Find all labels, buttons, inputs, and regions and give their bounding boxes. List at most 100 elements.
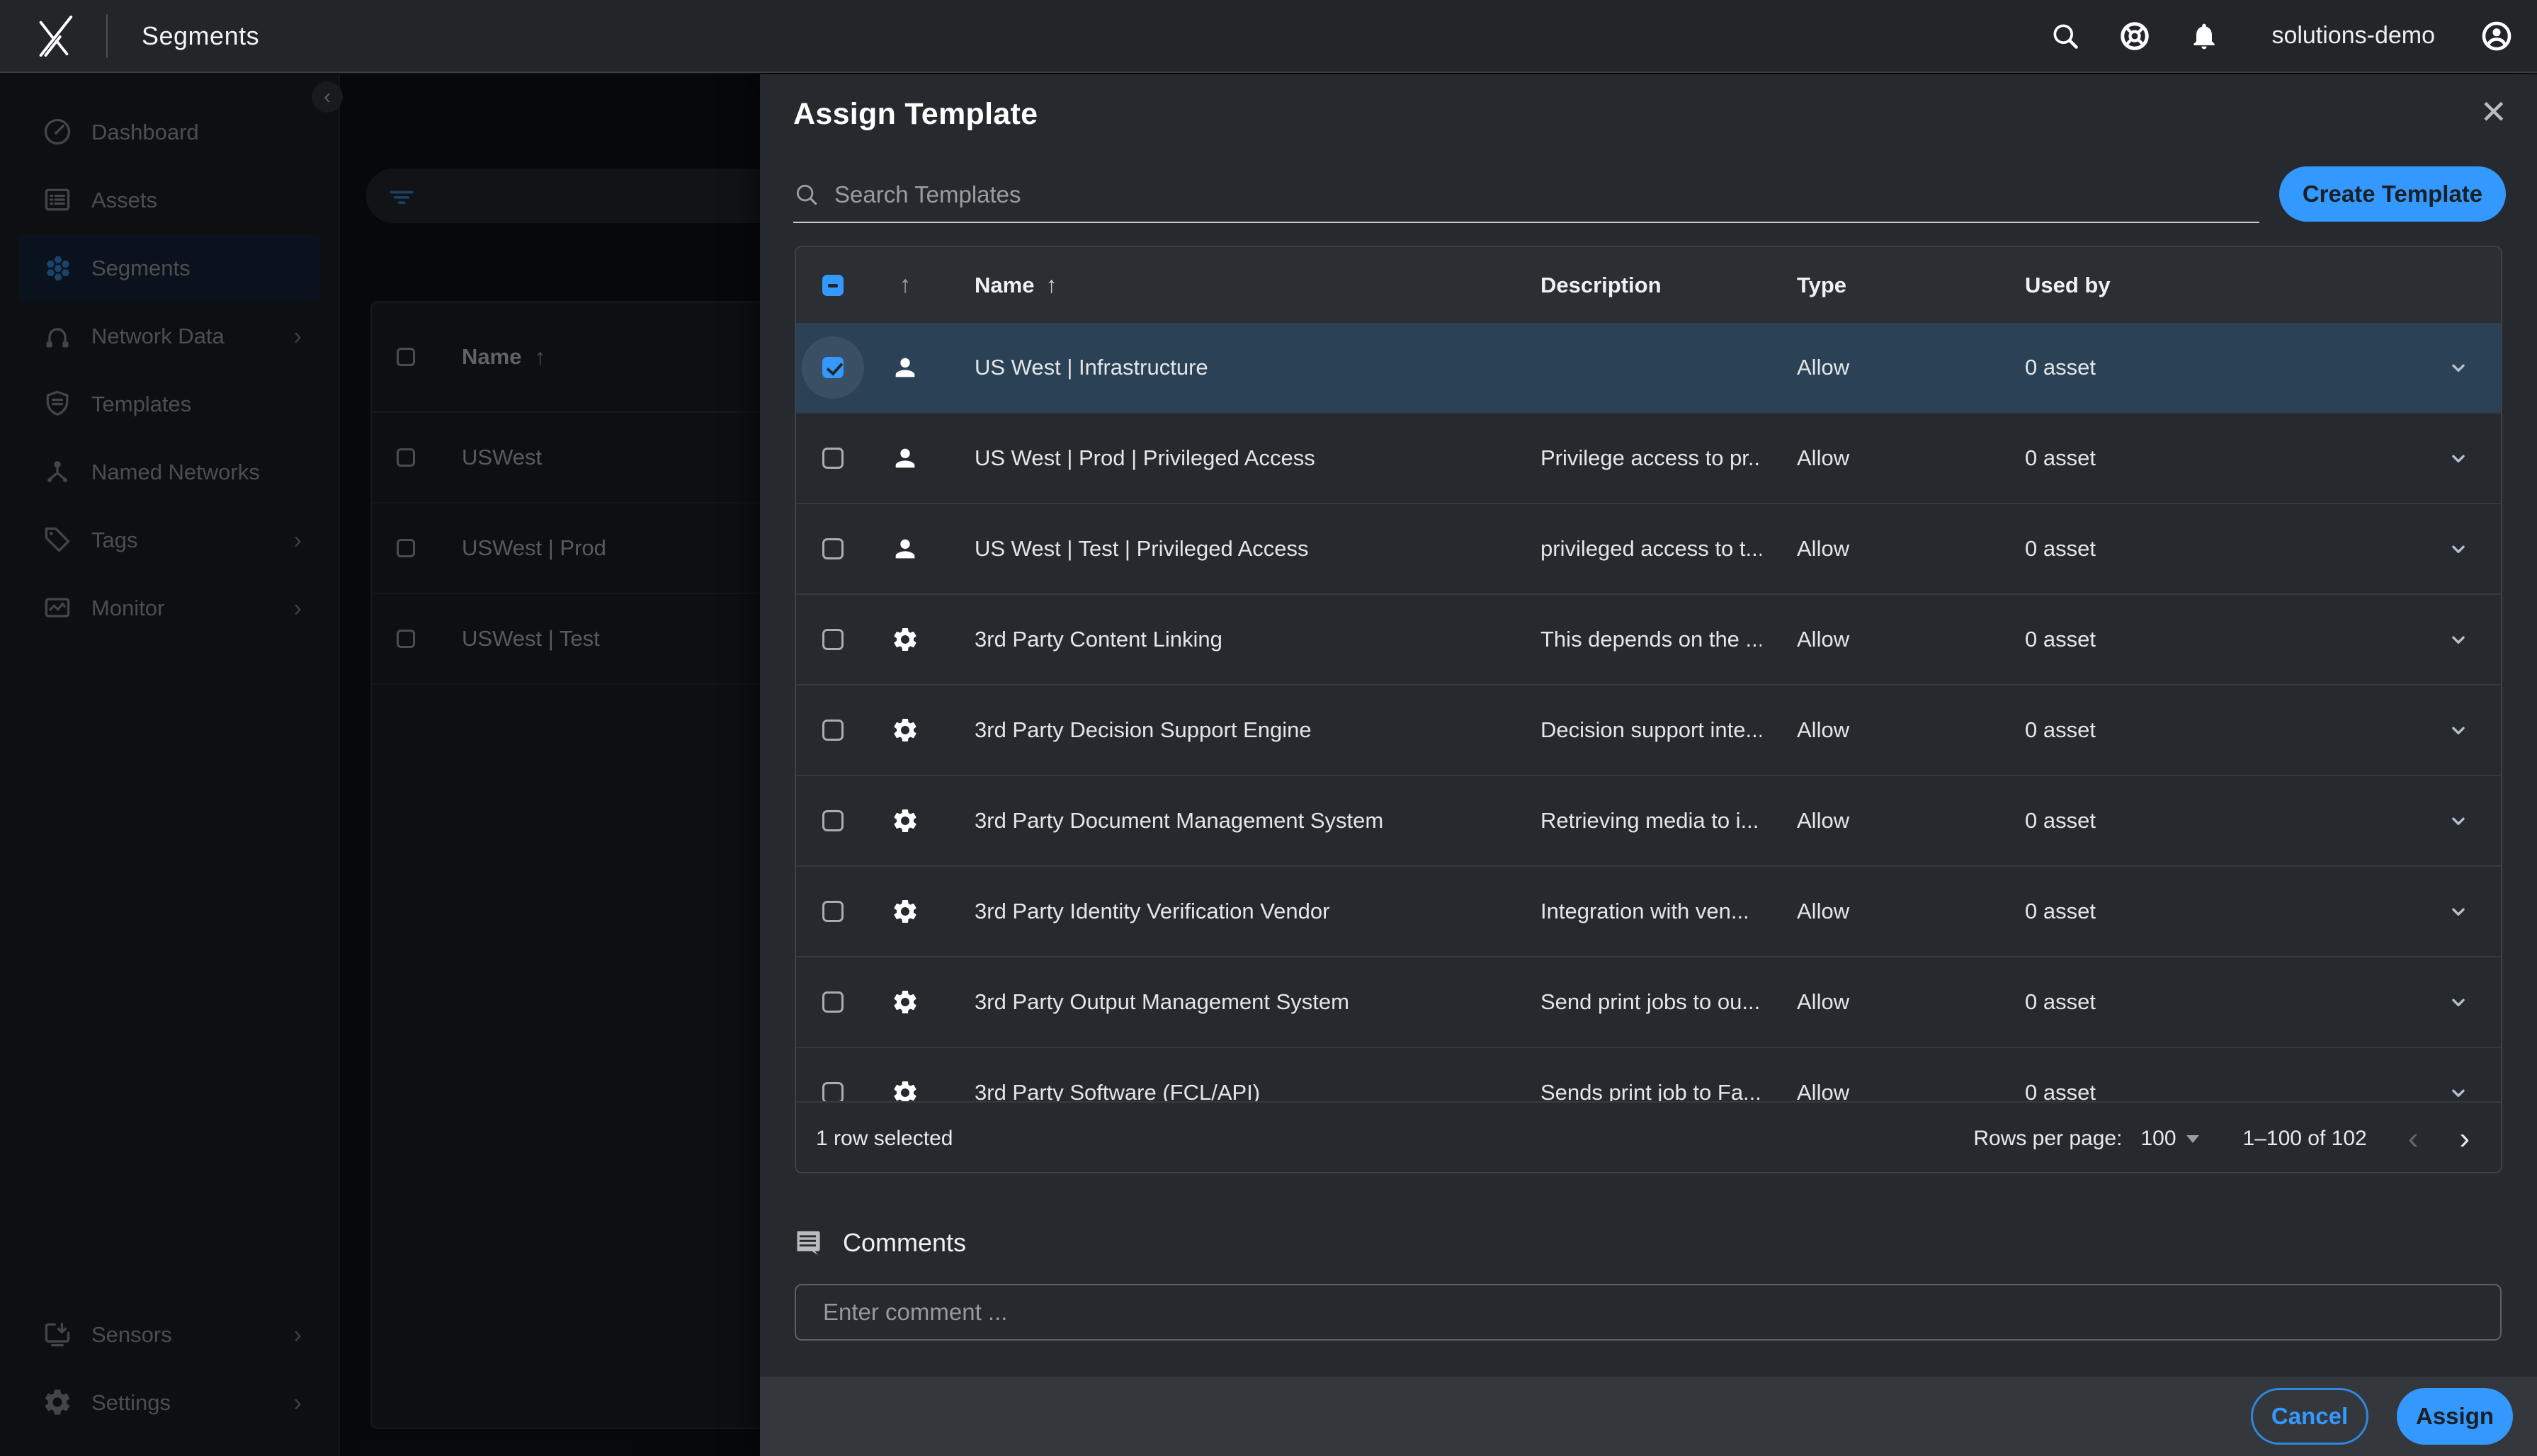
templates-table: ↑ Name↑ Description Type Used by US West… <box>795 246 2502 1173</box>
drawer-title: Assign Template <box>793 97 1038 132</box>
column-header-name[interactable]: Name↑ <box>941 272 1505 298</box>
account-icon[interactable] <box>2480 20 2513 52</box>
app-logo[interactable] <box>33 13 76 59</box>
gear-icon <box>870 807 941 835</box>
expand-row-button[interactable] <box>2416 1081 2501 1101</box>
template-description: This depends on the ... <box>1505 627 1761 652</box>
column-header-used-by[interactable]: Used by <box>1990 273 2416 298</box>
column-header-description[interactable]: Description <box>1505 273 1761 298</box>
template-used-by: 0 asset <box>1990 536 2416 562</box>
create-template-button[interactable]: Create Template <box>2279 166 2506 222</box>
template-description: Send print jobs to ou... <box>1505 989 1761 1015</box>
row-checkbox[interactable] <box>822 720 844 741</box>
table-row[interactable]: US West | Infrastructure Allow 0 asset <box>796 323 2501 414</box>
template-description: Sends print job to Fa... <box>1505 1080 1761 1101</box>
column-header-type[interactable]: Type <box>1761 273 1990 298</box>
gear-icon <box>870 1079 941 1101</box>
template-name: US West | Prod | Privileged Access <box>941 445 1505 471</box>
selection-count: 1 row selected <box>816 1127 953 1151</box>
row-checkbox[interactable] <box>822 538 844 559</box>
expand-row-button[interactable] <box>2416 627 2501 652</box>
template-description: Decision support inte... <box>1505 717 1761 743</box>
gear-icon <box>870 897 941 926</box>
person-icon <box>870 444 941 472</box>
template-used-by: 0 asset <box>1990 627 2416 652</box>
sort-arrow-icon: ↑ <box>1045 272 1057 297</box>
template-name: 3rd Party Identity Verification Vendor <box>941 899 1505 924</box>
template-name: 3rd Party Document Management System <box>941 808 1505 834</box>
template-type: Allow <box>1761 627 1990 652</box>
table-row[interactable]: 3rd Party Content Linking This depends o… <box>796 595 2501 686</box>
assign-button[interactable]: Assign <box>2397 1388 2513 1445</box>
template-used-by: 0 asset <box>1990 899 2416 924</box>
templates-table-header: ↑ Name↑ Description Type Used by <box>796 247 2501 323</box>
template-type: Allow <box>1761 989 1990 1015</box>
username[interactable]: solutions-demo <box>2271 22 2435 50</box>
rows-per-page-select[interactable]: 100 <box>2140 1127 2198 1151</box>
template-description: privileged access to t... <box>1505 536 1761 562</box>
row-checkbox[interactable] <box>822 1082 844 1101</box>
template-type: Allow <box>1761 445 1990 471</box>
template-used-by: 0 asset <box>1990 1080 2416 1101</box>
gear-icon <box>870 988 941 1016</box>
icon-sort-arrow[interactable]: ↑ <box>899 271 912 299</box>
row-checkbox[interactable] <box>822 448 844 469</box>
comments-icon <box>793 1227 824 1258</box>
table-row[interactable]: 3rd Party Software (FCL/API) Sends print… <box>796 1048 2501 1101</box>
rows-per-page-label: Rows per page: <box>1973 1127 2122 1151</box>
template-name: 3rd Party Content Linking <box>941 627 1505 652</box>
table-row[interactable]: 3rd Party Output Management System Send … <box>796 957 2501 1048</box>
cancel-button[interactable]: Cancel <box>2251 1388 2368 1445</box>
template-type: Allow <box>1761 1080 1990 1101</box>
template-name: 3rd Party Software (FCL/API) <box>941 1080 1505 1101</box>
template-name: US West | Test | Privileged Access <box>941 536 1505 562</box>
comment-input[interactable] <box>823 1299 2452 1326</box>
table-row[interactable]: US West | Test | Privileged Access privi… <box>796 504 2501 595</box>
assign-template-drawer: ✕ Assign Template Create Template ↑ Name… <box>760 74 2537 1456</box>
table-row[interactable]: 3rd Party Document Management System Ret… <box>796 776 2501 867</box>
templates-table-footer: 1 row selected Rows per page: 100 1–100 … <box>796 1101 2501 1173</box>
search-icon <box>793 181 820 208</box>
close-icon[interactable]: ✕ <box>2480 96 2507 128</box>
template-type: Allow <box>1761 536 1990 562</box>
search-templates-input[interactable] <box>834 181 2180 208</box>
row-checkbox[interactable] <box>822 991 844 1013</box>
comment-field[interactable] <box>795 1284 2502 1341</box>
template-name: US West | Infrastructure <box>941 355 1505 380</box>
expand-row-button[interactable] <box>2416 990 2501 1014</box>
templates-table-body: US West | Infrastructure Allow 0 asset U… <box>796 323 2501 1101</box>
search-icon[interactable] <box>2049 20 2082 52</box>
main-area: ‹ Dashboard › Assets › Segments › Networ… <box>0 74 2537 1456</box>
select-all-checkbox[interactable] <box>822 275 844 296</box>
template-type: Allow <box>1761 355 1990 380</box>
previous-page-button[interactable]: ‹ <box>2408 1123 2419 1154</box>
top-bar: Segments solutions-demo <box>0 0 2537 73</box>
expand-row-button[interactable] <box>2416 809 2501 833</box>
table-row[interactable]: 3rd Party Decision Support Engine Decisi… <box>796 686 2501 776</box>
row-checkbox[interactable] <box>822 901 844 922</box>
table-row[interactable]: 3rd Party Identity Verification Vendor I… <box>796 867 2501 957</box>
caret-down-icon <box>2186 1135 2199 1143</box>
help-icon[interactable] <box>2118 20 2151 52</box>
template-used-by: 0 asset <box>1990 989 2416 1015</box>
page-title: Segments <box>142 21 259 51</box>
next-page-button[interactable]: › <box>2459 1123 2470 1154</box>
expand-row-button[interactable] <box>2416 356 2501 380</box>
logo-x-icon <box>33 13 76 59</box>
expand-row-button[interactable] <box>2416 718 2501 742</box>
template-used-by: 0 asset <box>1990 445 2416 471</box>
template-search[interactable] <box>793 168 2259 223</box>
template-type: Allow <box>1761 808 1990 834</box>
expand-row-button[interactable] <box>2416 537 2501 561</box>
row-checkbox[interactable] <box>822 357 844 378</box>
template-type: Allow <box>1761 717 1990 743</box>
row-checkbox[interactable] <box>822 629 844 650</box>
person-icon <box>870 353 941 382</box>
topbar-divider <box>106 14 108 58</box>
expand-row-button[interactable] <box>2416 899 2501 923</box>
table-row[interactable]: US West | Prod | Privileged Access Privi… <box>796 414 2501 504</box>
row-checkbox[interactable] <box>822 810 844 831</box>
template-description: Privilege access to pr... <box>1505 445 1761 471</box>
notifications-icon[interactable] <box>2188 20 2220 52</box>
expand-row-button[interactable] <box>2416 446 2501 470</box>
